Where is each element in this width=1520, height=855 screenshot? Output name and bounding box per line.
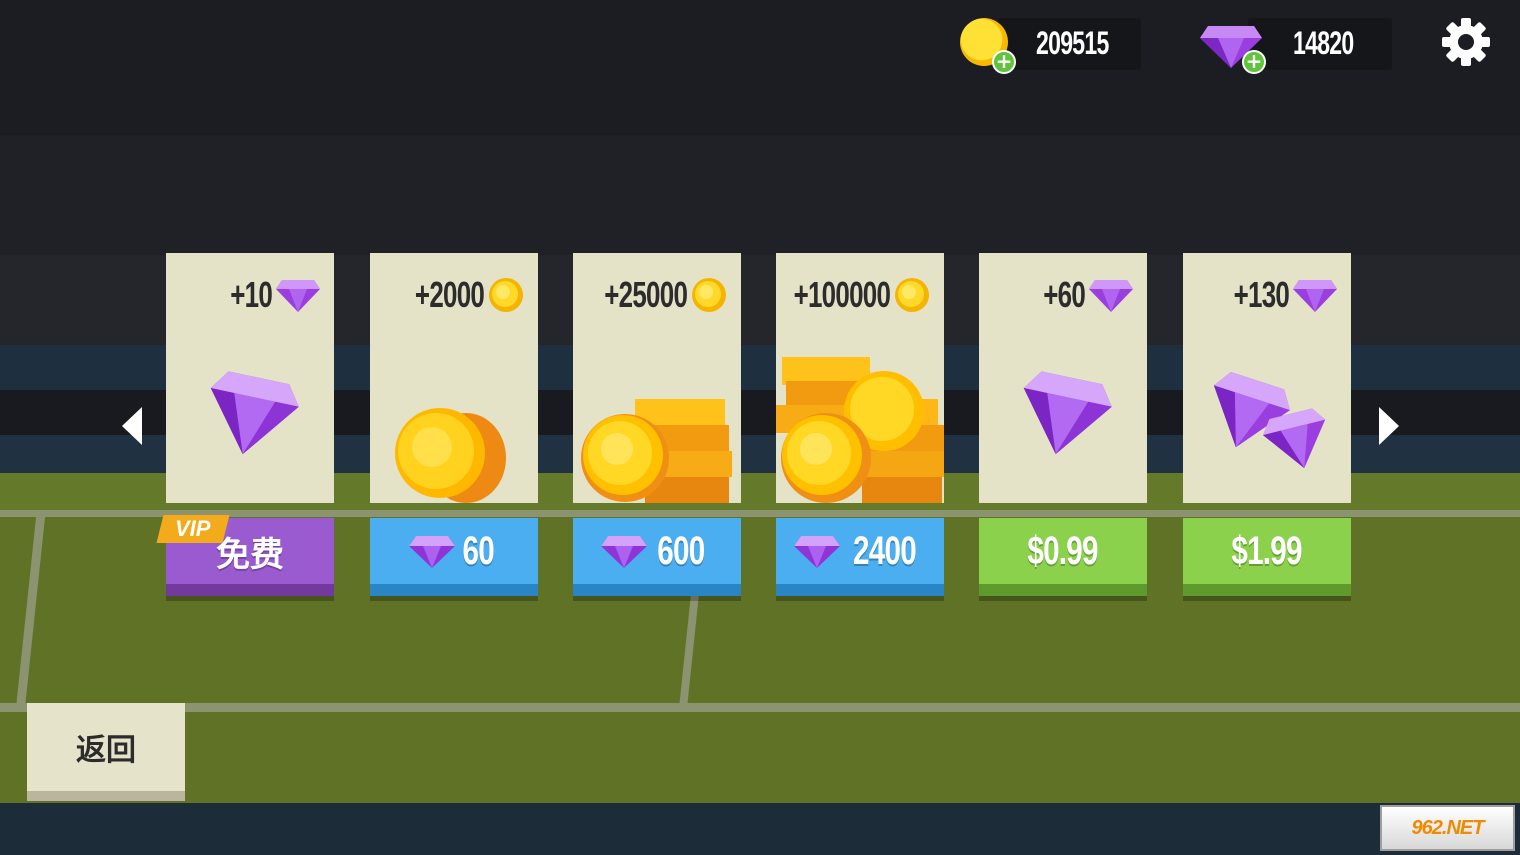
arrow-right-icon [1379, 407, 1399, 445]
coin-icon [489, 278, 523, 312]
coin-balance-value: 209515 [1036, 25, 1109, 61]
shop-item-card[interactable]: +10 [166, 253, 334, 503]
buy-button-shade [370, 584, 538, 596]
coin-icon [895, 278, 929, 312]
shop-item-card[interactable]: +100000 [776, 253, 944, 503]
watermark-text: 962.NET [1411, 816, 1485, 839]
gear-icon [1442, 18, 1490, 66]
coin-stack-art [581, 399, 732, 503]
gem-pair-art [1213, 372, 1326, 469]
buy-button-face: 2400 [776, 518, 944, 584]
buy-button-shadow [166, 596, 334, 601]
add-coins-plus-icon[interactable]: + [992, 50, 1016, 74]
shop-item-amount: +60 [979, 274, 1147, 315]
vip-tag-text: VIP [175, 516, 211, 541]
buy-button-shade [979, 584, 1147, 596]
buy-button-face: 600 [573, 518, 741, 584]
price-label: 60 [462, 528, 494, 573]
watermark-logo: 962.NET [1380, 805, 1515, 851]
buy-button[interactable]: 60 [370, 518, 538, 601]
coin-pile-art [776, 357, 944, 503]
buy-button-face: $1.99 [1183, 518, 1351, 584]
shop-item-card[interactable]: +60 [979, 253, 1147, 503]
background-bottom [0, 803, 1520, 855]
shop-item-amount: +10 [166, 274, 334, 315]
price-label: 免费 [216, 535, 284, 574]
buy-button[interactable]: 600 [573, 518, 741, 601]
shop-item-amount-text: +2000 [414, 274, 485, 315]
background-sky-band [0, 135, 1520, 255]
back-button-shade [27, 791, 185, 801]
gem-icon [601, 536, 648, 568]
buy-button-shadow [1183, 596, 1351, 601]
shop-item-amount-text: +130 [1233, 274, 1289, 315]
price-label: $0.99 [1027, 528, 1099, 573]
back-button[interactable]: 返回 [27, 703, 185, 801]
buy-button[interactable]: $1.99 [1183, 518, 1351, 601]
buy-button-shade [166, 584, 334, 596]
back-button-face: 返回 [27, 703, 185, 791]
prev-page-button[interactable] [120, 405, 144, 447]
shop-item-amount: +2000 [370, 274, 538, 315]
add-gems-plus-icon[interactable]: + [1242, 50, 1266, 74]
arrow-left-icon [122, 407, 142, 445]
shop-item-amount-text: +25000 [604, 274, 688, 315]
price-label: 600 [657, 528, 705, 573]
shop-item-amount: +100000 [776, 274, 944, 315]
field-line [0, 703, 1520, 712]
buy-button-shade [776, 584, 944, 596]
buy-button-shadow [776, 596, 944, 601]
vip-tag: VIP [156, 515, 230, 543]
gem-icon [793, 536, 840, 568]
coin-art [395, 408, 506, 503]
settings-button[interactable] [1440, 16, 1492, 68]
shop-item-amount-text: +60 [1043, 274, 1086, 315]
gem-icon [1293, 280, 1337, 312]
price-label: 2400 [852, 528, 917, 573]
gem-icon [1089, 280, 1133, 312]
shop-item-amount-text: +100000 [793, 274, 890, 315]
gem-icon [408, 536, 455, 568]
back-button-label: 返回 [76, 733, 136, 768]
buy-button-shadow [573, 596, 741, 601]
buy-button[interactable]: 2400 [776, 518, 944, 601]
buy-button[interactable]: $0.99 [979, 518, 1147, 601]
gem-art [1023, 371, 1112, 455]
next-page-button[interactable] [1377, 405, 1401, 447]
shop-item-card[interactable]: +2000 [370, 253, 538, 503]
buy-button-face: $0.99 [979, 518, 1147, 584]
gem-art [210, 371, 299, 455]
price-label: $1.99 [1231, 528, 1303, 573]
coin-icon [692, 278, 726, 312]
buy-button-shadow [370, 596, 538, 601]
buy-button-shade [1183, 584, 1351, 596]
buy-button-shadow [979, 596, 1147, 601]
gem-balance-value: 14820 [1293, 25, 1354, 61]
buy-button-shade [573, 584, 741, 596]
shop-item-card[interactable]: +130 [1183, 253, 1351, 503]
buy-button-face: 60 [370, 518, 538, 584]
shop-item-card[interactable]: +25000 [573, 253, 741, 503]
gem-icon [276, 280, 320, 312]
shop-item-amount-text: +10 [230, 274, 273, 315]
shop-item-amount: +130 [1183, 274, 1351, 315]
shop-item-amount: +25000 [573, 274, 741, 315]
